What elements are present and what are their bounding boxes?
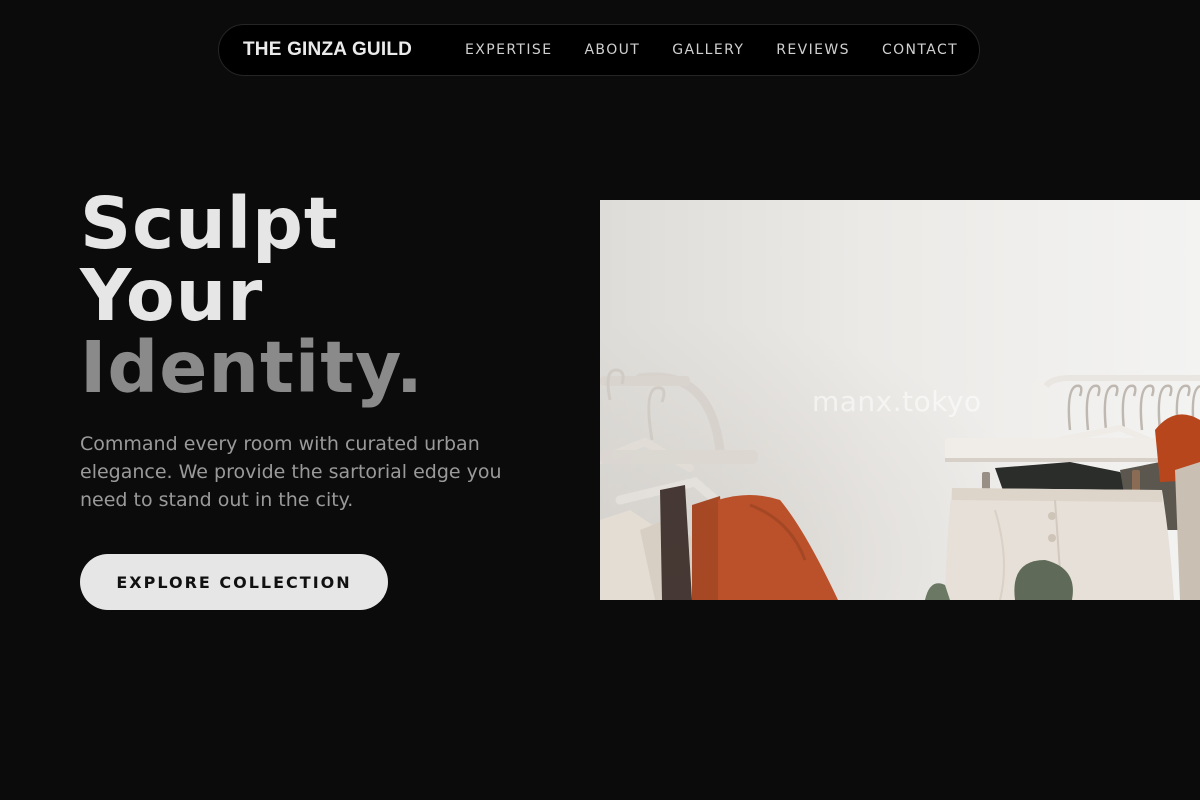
- nav-link-about[interactable]: ABOUT: [584, 42, 640, 58]
- landing-page: THE GINZA GUILD EXPERTISE ABOUT GALLERY …: [0, 0, 1200, 800]
- nav-link-reviews[interactable]: REVIEWS: [776, 42, 850, 58]
- hero-image: manx.tokyo: [600, 200, 1200, 600]
- explore-collection-button[interactable]: EXPLORE COLLECTION: [80, 554, 388, 610]
- nav-links: EXPERTISE ABOUT GALLERY REVIEWS CONTACT: [465, 42, 958, 58]
- nav-link-expertise[interactable]: EXPERTISE: [465, 42, 552, 58]
- hero-title: Sculpt Your Identity.: [80, 188, 424, 404]
- hero-title-line-3: Identity.: [80, 326, 424, 409]
- hero-subtitle: Command every room with curated urban el…: [80, 433, 502, 511]
- hero-title-line-1: Sculpt: [80, 182, 339, 265]
- top-navigation: THE GINZA GUILD EXPERTISE ABOUT GALLERY …: [218, 24, 980, 76]
- nav-link-contact[interactable]: CONTACT: [882, 42, 958, 58]
- image-watermark: manx.tokyo: [812, 385, 982, 418]
- brand-logo[interactable]: THE GINZA GUILD: [243, 39, 412, 61]
- nav-link-gallery[interactable]: GALLERY: [672, 42, 744, 58]
- hero-title-line-2: Your: [80, 254, 264, 337]
